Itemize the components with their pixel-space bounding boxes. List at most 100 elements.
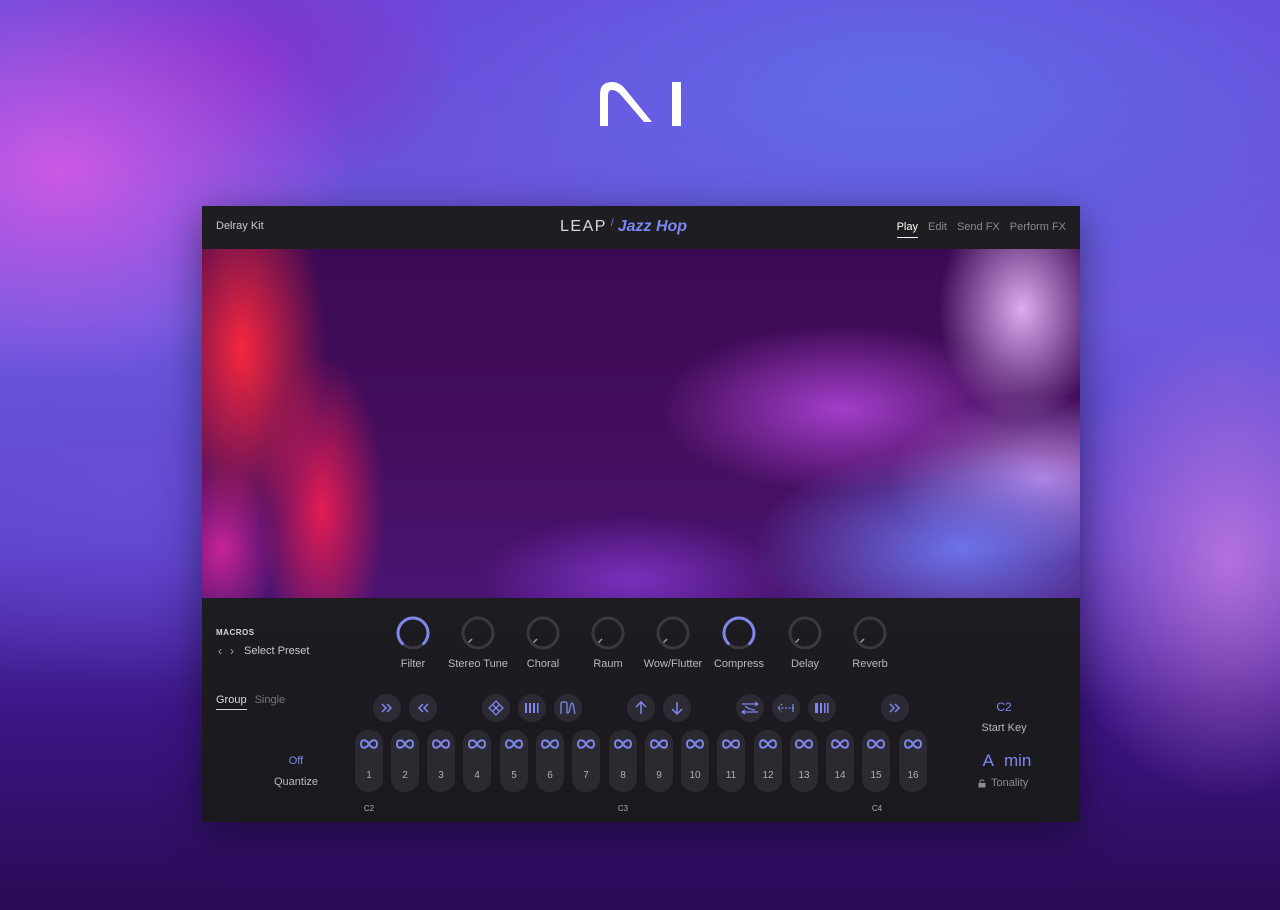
pad-1[interactable]: 1	[355, 730, 383, 792]
pad-10[interactable]: 10	[681, 730, 709, 792]
pad-13[interactable]: 13	[790, 730, 818, 792]
tonality-value[interactable]: A min	[972, 751, 1042, 771]
pad-number: 14	[834, 770, 846, 781]
pad-3[interactable]: 3	[427, 730, 455, 792]
tab-play[interactable]: Play	[896, 221, 919, 238]
pad-number: 12	[762, 770, 774, 781]
macro-knob-raum[interactable]: Raum	[573, 614, 643, 670]
pad-14[interactable]: 14	[826, 730, 854, 792]
knob-dial-icon	[788, 616, 822, 650]
start-key-value[interactable]: C2	[982, 700, 1026, 714]
pad-16[interactable]: 16	[899, 730, 927, 792]
tab-edit[interactable]: Edit	[928, 221, 947, 237]
knob-dial-icon	[461, 616, 495, 650]
swap-icon	[741, 701, 759, 715]
pad-number: 10	[689, 770, 701, 781]
macro-knob-delay[interactable]: Delay	[770, 614, 840, 670]
loop-infinity-icon	[359, 739, 379, 749]
loop-infinity-icon	[758, 739, 778, 749]
tab-send-fx[interactable]: Send FX	[957, 221, 1000, 237]
tonality-scale[interactable]: min	[1004, 751, 1031, 771]
pad-11[interactable]: 11	[717, 730, 745, 792]
pad-number: 4	[474, 770, 480, 781]
envelope-filter-button[interactable]	[554, 694, 582, 722]
pad-number: 9	[656, 770, 662, 781]
knob-label: Raum	[593, 658, 623, 670]
pitch-down-button[interactable]	[663, 694, 691, 722]
pad-12[interactable]: 12	[754, 730, 782, 792]
pad-6[interactable]: 6	[536, 730, 564, 792]
pad-number: 15	[870, 770, 882, 781]
fast-forward-button[interactable]	[373, 694, 401, 722]
knob-dial-icon	[722, 616, 756, 650]
single-mode-button[interactable]: Single	[255, 694, 286, 710]
pad-15[interactable]: 15	[862, 730, 890, 792]
macros-heading: MACROS	[216, 628, 255, 637]
skip-forward-button[interactable]	[881, 694, 909, 722]
reverse-icon	[777, 703, 794, 713]
envelope-filter-icon	[560, 701, 576, 715]
arrow-down-icon	[671, 702, 683, 715]
loop-infinity-icon	[685, 739, 705, 749]
pad-7[interactable]: 7	[572, 730, 600, 792]
quantize-label: Quantize	[273, 776, 319, 788]
knob-dial-icon	[656, 616, 690, 650]
tab-perform-fx[interactable]: Perform FX	[1010, 221, 1066, 237]
logo-accent-icon: /	[610, 217, 614, 229]
pad-2[interactable]: 2	[391, 730, 419, 792]
preset-name[interactable]: Delray Kit	[216, 220, 264, 232]
quantize-value[interactable]: Off	[278, 755, 314, 767]
preset-selector: ‹ › Select Preset	[216, 644, 309, 658]
knob-dial-icon	[526, 616, 560, 650]
loop-infinity-icon	[576, 739, 596, 749]
loop-infinity-icon	[649, 739, 669, 749]
swap-button[interactable]	[736, 694, 764, 722]
pad-9[interactable]: 9	[645, 730, 673, 792]
pitch-up-button[interactable]	[627, 694, 655, 722]
loop-infinity-icon	[613, 739, 633, 749]
grid-diamond-button[interactable]	[482, 694, 510, 722]
arrow-up-icon	[635, 701, 647, 714]
reverse-button[interactable]	[772, 694, 800, 722]
macro-knob-stereo-tune[interactable]: Stereo Tune	[443, 614, 513, 670]
knob-label: Filter	[400, 658, 426, 670]
loop-infinity-icon	[794, 739, 814, 749]
view-tabs: Play Edit Send FX Perform FX	[896, 221, 1066, 238]
play-panel: MACROS ‹ › Select Preset Filter Stereo T…	[202, 598, 1080, 822]
product-logo: LEAP / Jazz Hop	[560, 216, 687, 238]
octave-label-c2: C2	[363, 804, 375, 813]
chevron-right-icon[interactable]: ›	[228, 644, 236, 658]
knob-label: Compress	[713, 658, 765, 670]
knob-dial-icon	[396, 616, 430, 650]
group-mode-button[interactable]: Group	[216, 694, 247, 710]
stutter-bars-icon	[525, 703, 539, 713]
pad-8[interactable]: 8	[609, 730, 637, 792]
leap-plugin-window: Delray Kit LEAP / Jazz Hop Play Edit Sen…	[202, 206, 1080, 822]
macro-knob-filter[interactable]: Filter	[378, 614, 448, 670]
chevron-left-icon[interactable]: ‹	[216, 644, 224, 658]
knob-label: Wow/Flutter	[643, 658, 703, 670]
pad-5[interactable]: 5	[500, 730, 528, 792]
pad-number: 7	[583, 770, 589, 781]
pad-number: 6	[547, 770, 553, 781]
tonality-label: Tonality	[991, 777, 1029, 789]
tonality-control[interactable]: Tonality	[978, 777, 1028, 789]
macro-knob-reverb[interactable]: Reverb	[835, 614, 905, 670]
octave-label-c4: C4	[871, 804, 883, 813]
pad-4[interactable]: 4	[463, 730, 491, 792]
pad-number: 13	[798, 770, 810, 781]
tonality-root[interactable]: A	[983, 751, 994, 771]
loop-infinity-icon	[431, 739, 451, 749]
pad-number: 5	[511, 770, 517, 781]
pad-number: 1	[366, 770, 372, 781]
pad-number: 16	[907, 770, 919, 781]
stutter-button[interactable]	[518, 694, 546, 722]
select-preset-label[interactable]: Select Preset	[244, 645, 309, 657]
group-single-toggle: Group Single	[216, 694, 285, 710]
macro-knob-choral[interactable]: Choral	[508, 614, 578, 670]
macro-knob-wow-flutter[interactable]: Wow/Flutter	[638, 614, 708, 670]
loop-infinity-icon	[721, 739, 741, 749]
macro-knob-compress[interactable]: Compress	[704, 614, 774, 670]
rewind-button[interactable]	[409, 694, 437, 722]
gate-button[interactable]	[808, 694, 836, 722]
